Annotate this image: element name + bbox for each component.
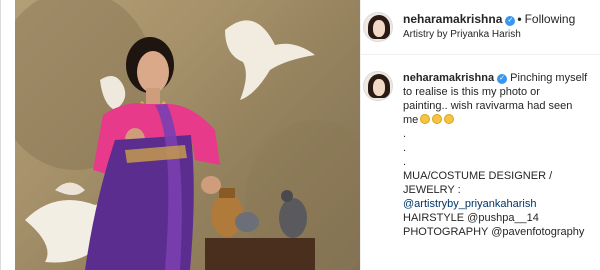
caption-username[interactable]: neharamakrishna — [403, 72, 494, 84]
username-link[interactable]: neharamakrishna — [403, 12, 502, 26]
credits-line: JEWELRY : — [403, 184, 461, 196]
following-button[interactable]: Following — [525, 12, 576, 26]
painting-image — [15, 0, 360, 270]
caption-line: painting.. wish ravivarma had seen — [403, 100, 573, 112]
caption-text: neharamakrishna ✓ Pinching myself to real… — [403, 71, 598, 239]
verified-badge-icon: ✓ — [505, 16, 516, 26]
caption-line: Pinching myself — [510, 72, 588, 84]
emoji-icon — [432, 114, 443, 124]
caption-dot: . — [403, 128, 407, 140]
avatar[interactable] — [363, 12, 393, 42]
caption-dot: . — [403, 142, 407, 154]
credits-line: MUA/COSTUME DESIGNER / — [403, 170, 553, 182]
credits-line: HAIRSTYLE @pushpa__14 — [403, 212, 539, 224]
emoji-icon — [420, 114, 431, 124]
caption-dot: . — [403, 156, 407, 168]
location-link[interactable]: Artistry by Priyanka Harish — [403, 29, 521, 40]
caption-comment: neharamakrishna ✓ Pinching myself to real… — [361, 56, 600, 270]
post-sidebar: neharamakrishna ✓ • Following Artistry by P… — [360, 0, 600, 270]
caption-line-with-emoji: me — [403, 113, 598, 127]
post-header: neharamakrishna ✓ • Following Artistry by P… — [361, 0, 600, 55]
post-photo[interactable] — [15, 0, 360, 270]
emoji-icon — [444, 114, 455, 124]
wooden-table — [205, 238, 315, 270]
header-username-row: neharamakrishna ✓ • Following — [403, 12, 575, 26]
separator-dot: • — [517, 12, 522, 26]
post-frame: neharamakrishna ✓ • Following Artistry by P… — [0, 0, 600, 270]
caption-line: to realise is this my photo or — [403, 86, 540, 98]
comment-avatar[interactable] — [363, 71, 393, 101]
post-card: neharamakrishna ✓ • Following Artistry by P… — [0, 0, 600, 270]
credits-line: PHOTOGRAPHY @pavenfotography — [403, 226, 585, 238]
verified-badge-icon: ✓ — [497, 74, 508, 84]
mention-link[interactable]: @artistryby_priyankaharish — [403, 197, 598, 211]
